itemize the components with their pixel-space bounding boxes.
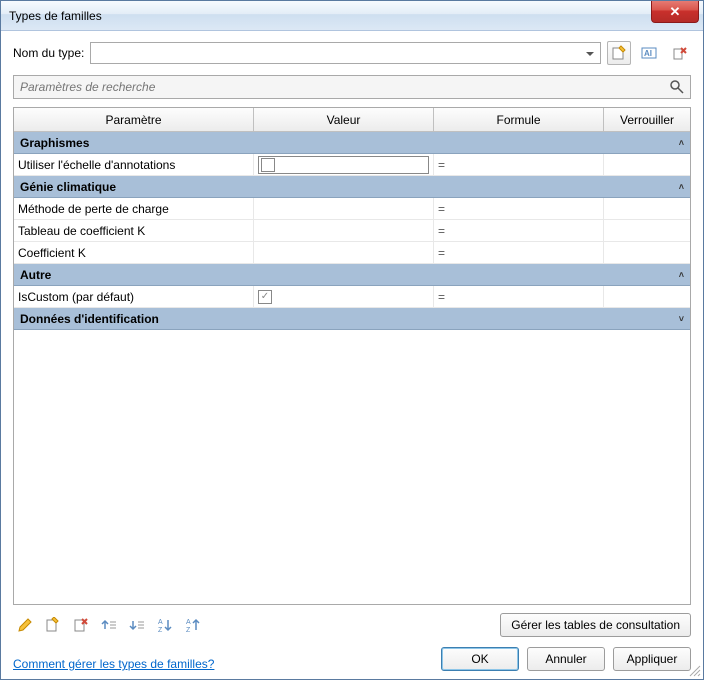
- param-formula-cell[interactable]: =: [434, 220, 604, 241]
- new-param-icon: [45, 617, 61, 633]
- col-header-value[interactable]: Valeur: [254, 108, 434, 131]
- param-row: Tableau de coefficient K =: [14, 220, 690, 242]
- checkbox[interactable]: [258, 290, 272, 304]
- param-formula-cell[interactable]: =: [434, 154, 604, 175]
- checkbox[interactable]: [261, 158, 275, 172]
- param-name-cell[interactable]: IsCustom (par défaut): [14, 286, 254, 307]
- lookup-tables-button[interactable]: Gérer les tables de consultation: [500, 613, 691, 637]
- help-link[interactable]: Comment gérer les types de familles?: [13, 657, 214, 671]
- group-header[interactable]: Autre ˄: [14, 264, 690, 286]
- delete-param-button[interactable]: [69, 613, 93, 637]
- delete-type-icon: [671, 45, 687, 61]
- chevron-expand-icon: ˅: [679, 314, 684, 324]
- search-input[interactable]: [13, 75, 691, 99]
- param-name-cell[interactable]: Utiliser l'échelle d'annotations: [14, 154, 254, 175]
- svg-text:AI: AI: [644, 49, 652, 58]
- param-name-cell[interactable]: Coefficient K: [14, 242, 254, 263]
- param-value-cell[interactable]: [254, 198, 434, 219]
- col-header-param[interactable]: Paramètre: [14, 108, 254, 131]
- move-down-icon: [129, 617, 145, 633]
- delete-param-icon: [73, 617, 89, 633]
- type-name-row: Nom du type: AI: [13, 41, 691, 65]
- rename-type-icon: AI: [641, 45, 657, 61]
- sort-asc-button[interactable]: AZ: [153, 613, 177, 637]
- group-header[interactable]: Graphismes ˄: [14, 132, 690, 154]
- dialog-footer: Comment gérer les types de familles? OK …: [13, 647, 691, 671]
- new-type-button[interactable]: [607, 41, 631, 65]
- edit-icon: [17, 617, 33, 633]
- param-value-cell[interactable]: [254, 286, 434, 307]
- col-header-lock[interactable]: Verrouiller: [604, 108, 690, 131]
- sort-asc-icon: AZ: [157, 617, 173, 633]
- parameter-grid: Paramètre Valeur Formule Verrouiller Gra…: [13, 107, 691, 605]
- param-row: Coefficient K =: [14, 242, 690, 264]
- resize-grip[interactable]: [687, 663, 701, 677]
- group-header[interactable]: Données d'identification ˅: [14, 308, 690, 330]
- param-name-cell[interactable]: Tableau de coefficient K: [14, 220, 254, 241]
- new-type-icon: [611, 45, 627, 61]
- chevron-collapse-icon: ˄: [679, 182, 684, 192]
- lookup-tables-label: Gérer les tables de consultation: [511, 618, 680, 632]
- rename-type-button[interactable]: AI: [637, 41, 661, 65]
- group-name: Données d'identification: [20, 312, 159, 326]
- param-value-cell[interactable]: [254, 154, 434, 175]
- new-param-button[interactable]: [41, 613, 65, 637]
- svg-text:A: A: [186, 619, 191, 626]
- param-lock-cell[interactable]: [604, 242, 690, 263]
- group-name: Génie climatique: [20, 180, 116, 194]
- group-header[interactable]: Génie climatique ˄: [14, 176, 690, 198]
- param-formula-cell[interactable]: =: [434, 242, 604, 263]
- param-formula-cell[interactable]: =: [434, 286, 604, 307]
- titlebar: Types de familles ✕: [1, 1, 703, 31]
- sort-desc-button[interactable]: AZ: [181, 613, 205, 637]
- param-row: IsCustom (par défaut) =: [14, 286, 690, 308]
- grid-header: Paramètre Valeur Formule Verrouiller: [14, 108, 690, 132]
- type-name-label: Nom du type:: [13, 46, 84, 60]
- grid-body: Graphismes ˄ Utiliser l'échelle d'annotati…: [14, 132, 690, 604]
- cancel-button[interactable]: Annuler: [527, 647, 605, 671]
- ok-button[interactable]: OK: [441, 647, 519, 671]
- param-row: Méthode de perte de charge =: [14, 198, 690, 220]
- value-editor[interactable]: [258, 156, 429, 174]
- edit-param-button[interactable]: [13, 613, 37, 637]
- type-name-dropdown[interactable]: [90, 42, 601, 64]
- param-lock-cell[interactable]: [604, 154, 690, 175]
- move-up-icon: [101, 617, 117, 633]
- parameter-toolbar: AZ AZ Gérer les tables de consultation: [13, 613, 691, 637]
- group-name: Autre: [20, 268, 51, 282]
- group-name: Graphismes: [20, 136, 89, 150]
- close-button[interactable]: ✕: [651, 1, 699, 23]
- col-header-formula[interactable]: Formule: [434, 108, 604, 131]
- param-value-cell[interactable]: [254, 220, 434, 241]
- chevron-collapse-icon: ˄: [679, 270, 684, 280]
- param-lock-cell[interactable]: [604, 220, 690, 241]
- param-lock-cell[interactable]: [604, 286, 690, 307]
- delete-type-button[interactable]: [667, 41, 691, 65]
- sort-desc-icon: AZ: [185, 617, 201, 633]
- move-down-button[interactable]: [125, 613, 149, 637]
- dialog-content: Nom du type: AI Paramètre Valeur Formule: [1, 31, 703, 679]
- param-row: Utiliser l'échelle d'annotations =: [14, 154, 690, 176]
- family-types-dialog: Types de familles ✕ Nom du type: AI: [0, 0, 704, 680]
- close-icon: ✕: [670, 4, 681, 20]
- svg-text:Z: Z: [186, 627, 191, 633]
- search-icon[interactable]: [667, 77, 687, 97]
- chevron-collapse-icon: ˄: [679, 138, 684, 148]
- svg-text:Z: Z: [158, 627, 163, 633]
- param-lock-cell[interactable]: [604, 198, 690, 219]
- search-row: [13, 75, 691, 99]
- window-title: Types de familles: [9, 9, 102, 23]
- param-name-cell[interactable]: Méthode de perte de charge: [14, 198, 254, 219]
- param-value-cell[interactable]: [254, 242, 434, 263]
- apply-button[interactable]: Appliquer: [613, 647, 691, 671]
- param-formula-cell[interactable]: =: [434, 198, 604, 219]
- move-up-button[interactable]: [97, 613, 121, 637]
- svg-text:A: A: [158, 619, 163, 626]
